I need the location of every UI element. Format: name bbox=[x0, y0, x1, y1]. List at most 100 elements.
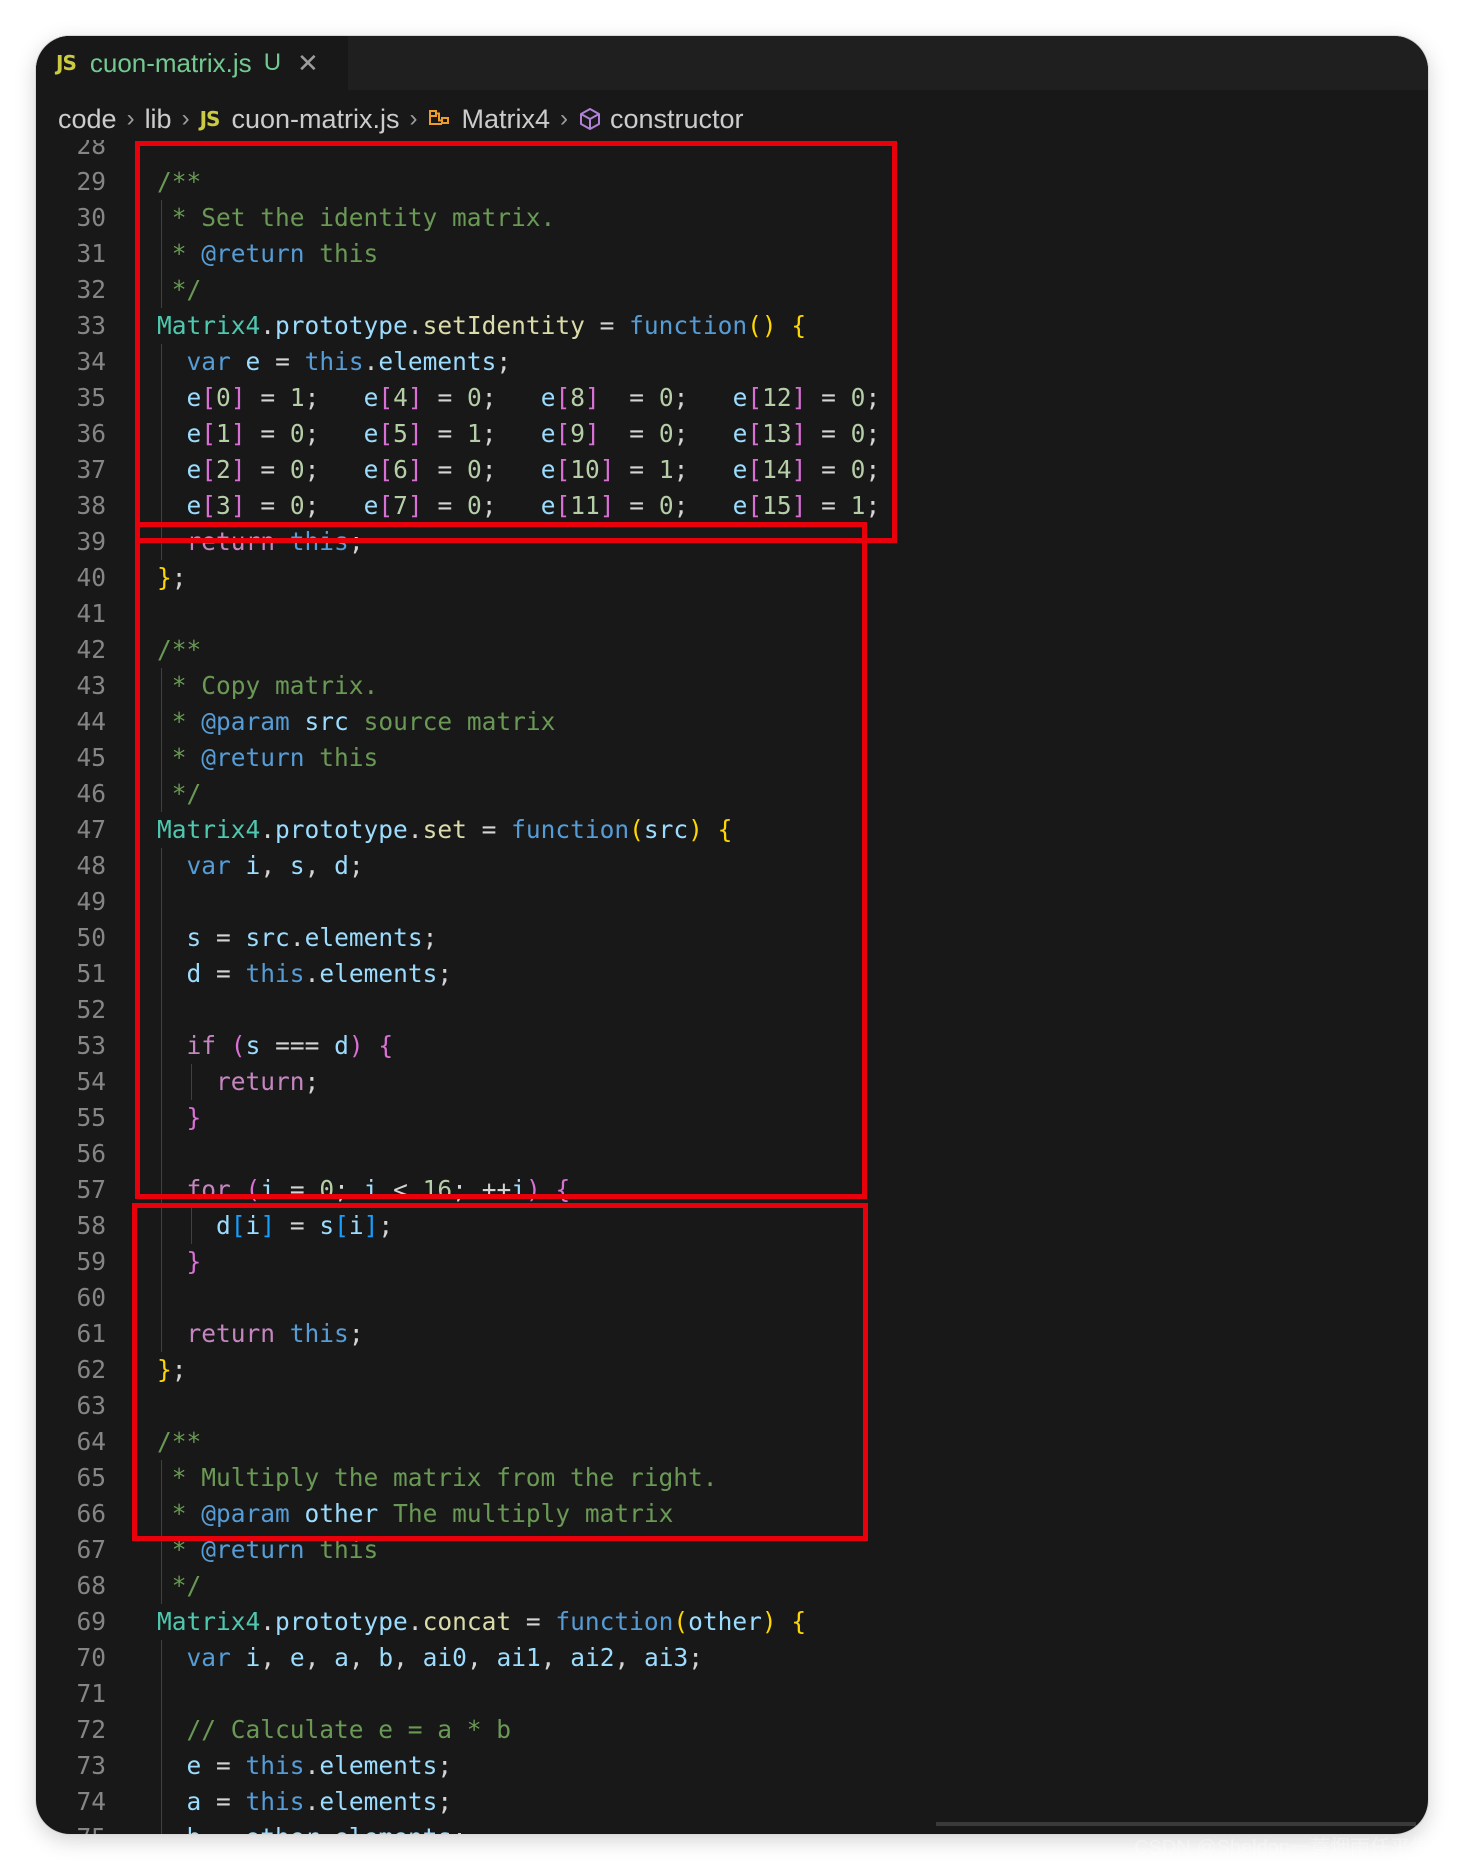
line-number[interactable]: 33 bbox=[36, 308, 106, 344]
code-line[interactable]: 55 } bbox=[36, 1100, 1428, 1136]
line-number[interactable]: 37 bbox=[36, 452, 106, 488]
code-line[interactable]: 36 e[1] = 0; e[5] = 1; e[9] = 0; e[13] =… bbox=[36, 416, 1428, 452]
code-line[interactable]: 66 * @param other The multiply matrix bbox=[36, 1496, 1428, 1532]
line-number[interactable]: 53 bbox=[36, 1028, 106, 1064]
code-line[interactable]: 73 e = this.elements; bbox=[36, 1748, 1428, 1784]
code-line[interactable]: 60 bbox=[36, 1280, 1428, 1316]
code-line[interactable]: 33 Matrix4.prototype.setIdentity = functi… bbox=[36, 308, 1428, 344]
line-number[interactable]: 51 bbox=[36, 956, 106, 992]
code-line[interactable]: 34 var e = this.elements; bbox=[36, 344, 1428, 380]
line-number[interactable]: 66 bbox=[36, 1496, 106, 1532]
line-number[interactable]: 60 bbox=[36, 1280, 106, 1316]
line-number[interactable]: 71 bbox=[36, 1676, 106, 1712]
code-line[interactable]: 41 bbox=[36, 596, 1428, 632]
line-number[interactable]: 31 bbox=[36, 236, 106, 272]
code-line[interactable]: 70 var i, e, a, b, ai0, ai1, ai2, ai3; bbox=[36, 1640, 1428, 1676]
line-number[interactable]: 72 bbox=[36, 1712, 106, 1748]
line-number[interactable]: 68 bbox=[36, 1568, 106, 1604]
code-line[interactable]: 29 /** bbox=[36, 164, 1428, 200]
code-line[interactable]: 59 } bbox=[36, 1244, 1428, 1280]
line-number[interactable]: 49 bbox=[36, 884, 106, 920]
code-line[interactable]: 69 Matrix4.prototype.concat = function(ot… bbox=[36, 1604, 1428, 1640]
code-line[interactable]: 31 * @return this bbox=[36, 236, 1428, 272]
code-line[interactable]: 50 s = src.elements; bbox=[36, 920, 1428, 956]
code-line[interactable]: 43 * Copy matrix. bbox=[36, 668, 1428, 704]
code-line[interactable]: 65 * Multiply the matrix from the right. bbox=[36, 1460, 1428, 1496]
code-line[interactable]: 52 bbox=[36, 992, 1428, 1028]
line-number[interactable]: 30 bbox=[36, 200, 106, 236]
code-line[interactable]: 53 if (s === d) { bbox=[36, 1028, 1428, 1064]
line-number[interactable]: 47 bbox=[36, 812, 106, 848]
code-line[interactable]: 62}; bbox=[36, 1352, 1428, 1388]
line-number[interactable]: 70 bbox=[36, 1640, 106, 1676]
code-editor[interactable]: 28 29/** 30 * Set the identity matrix. 31 *… bbox=[36, 140, 1428, 1834]
code-line[interactable]: 64 /** bbox=[36, 1424, 1428, 1460]
line-number[interactable]: 55 bbox=[36, 1100, 106, 1136]
code-line[interactable]: 42 /** bbox=[36, 632, 1428, 668]
line-number[interactable]: 45 bbox=[36, 740, 106, 776]
line-number[interactable]: 38 bbox=[36, 488, 106, 524]
code-line[interactable]: 35 e[0] = 1; e[4] = 0; e[8] = 0; e[12] =… bbox=[36, 380, 1428, 416]
line-number[interactable]: 39 bbox=[36, 524, 106, 560]
line-number[interactable]: 59 bbox=[36, 1244, 106, 1280]
line-number[interactable]: 57 bbox=[36, 1172, 106, 1208]
line-number[interactable]: 58 bbox=[36, 1208, 106, 1244]
horizontal-scrollbar[interactable] bbox=[936, 1822, 1416, 1826]
line-number[interactable]: 52 bbox=[36, 992, 106, 1028]
line-number[interactable]: 75 bbox=[36, 1820, 106, 1834]
code-line[interactable]: 28 bbox=[36, 140, 1428, 164]
code-line[interactable]: 72 // Calculate e = a * b bbox=[36, 1712, 1428, 1748]
code-line[interactable]: 74 a = this.elements; bbox=[36, 1784, 1428, 1820]
code-line[interactable]: 48 var i, s, d; bbox=[36, 848, 1428, 884]
breadcrumb-item-class[interactable]: Matrix4 bbox=[461, 104, 550, 135]
code-line[interactable]: 63 bbox=[36, 1388, 1428, 1424]
tab-cuon-matrix[interactable]: JS cuon-matrix.js U ✕ bbox=[36, 36, 348, 90]
breadcrumb-item-file[interactable]: cuon-matrix.js bbox=[231, 104, 399, 135]
code-line[interactable]: 51 d = this.elements; bbox=[36, 956, 1428, 992]
code-line[interactable]: 46 */ bbox=[36, 776, 1428, 812]
line-number[interactable]: 28 bbox=[36, 140, 106, 164]
code-line[interactable]: 58 d[i] = s[i]; bbox=[36, 1208, 1428, 1244]
code-line[interactable]: 44 * @param src source matrix bbox=[36, 704, 1428, 740]
line-number[interactable]: 35 bbox=[36, 380, 106, 416]
line-number[interactable]: 56 bbox=[36, 1136, 106, 1172]
line-number[interactable]: 48 bbox=[36, 848, 106, 884]
line-number[interactable]: 65 bbox=[36, 1460, 106, 1496]
line-number[interactable]: 41 bbox=[36, 596, 106, 632]
line-number[interactable]: 63 bbox=[36, 1388, 106, 1424]
code-line[interactable]: 54 return; bbox=[36, 1064, 1428, 1100]
code-line[interactable]: 39 return this; bbox=[36, 524, 1428, 560]
close-icon[interactable]: ✕ bbox=[297, 48, 319, 79]
code-line[interactable]: 49 bbox=[36, 884, 1428, 920]
code-line[interactable]: 37 e[2] = 0; e[6] = 0; e[10] = 1; e[14] … bbox=[36, 452, 1428, 488]
line-number[interactable]: 44 bbox=[36, 704, 106, 740]
code-line[interactable]: 61 return this; bbox=[36, 1316, 1428, 1352]
line-number[interactable]: 64 bbox=[36, 1424, 106, 1460]
line-number[interactable]: 34 bbox=[36, 344, 106, 380]
code-line[interactable]: 38 e[3] = 0; e[7] = 0; e[11] = 0; e[15] … bbox=[36, 488, 1428, 524]
code-line[interactable]: 57 for (i = 0; i < 16; ++i) { bbox=[36, 1172, 1428, 1208]
line-number[interactable]: 61 bbox=[36, 1316, 106, 1352]
code-line[interactable]: 32 */ bbox=[36, 272, 1428, 308]
breadcrumb-item-code[interactable]: code bbox=[58, 104, 117, 135]
breadcrumb-item-lib[interactable]: lib bbox=[145, 104, 172, 135]
code-line[interactable]: 68 */ bbox=[36, 1568, 1428, 1604]
breadcrumb-item-constructor[interactable]: constructor bbox=[610, 104, 744, 135]
code-line[interactable]: 45 * @return this bbox=[36, 740, 1428, 776]
line-number[interactable]: 62 bbox=[36, 1352, 106, 1388]
line-number[interactable]: 36 bbox=[36, 416, 106, 452]
code-line[interactable]: 30 * Set the identity matrix. bbox=[36, 200, 1428, 236]
line-number[interactable]: 46 bbox=[36, 776, 106, 812]
code-line[interactable]: 47 Matrix4.prototype.set = function(src) … bbox=[36, 812, 1428, 848]
line-number[interactable]: 50 bbox=[36, 920, 106, 956]
line-number[interactable]: 69 bbox=[36, 1604, 106, 1640]
line-number[interactable]: 29 bbox=[36, 164, 106, 200]
code-line[interactable]: 71 bbox=[36, 1676, 1428, 1712]
line-number[interactable]: 67 bbox=[36, 1532, 106, 1568]
line-number[interactable]: 40 bbox=[36, 560, 106, 596]
line-number[interactable]: 74 bbox=[36, 1784, 106, 1820]
line-number[interactable]: 73 bbox=[36, 1748, 106, 1784]
code-line[interactable]: 40}; bbox=[36, 560, 1428, 596]
line-number[interactable]: 32 bbox=[36, 272, 106, 308]
line-number[interactable]: 42 bbox=[36, 632, 106, 668]
